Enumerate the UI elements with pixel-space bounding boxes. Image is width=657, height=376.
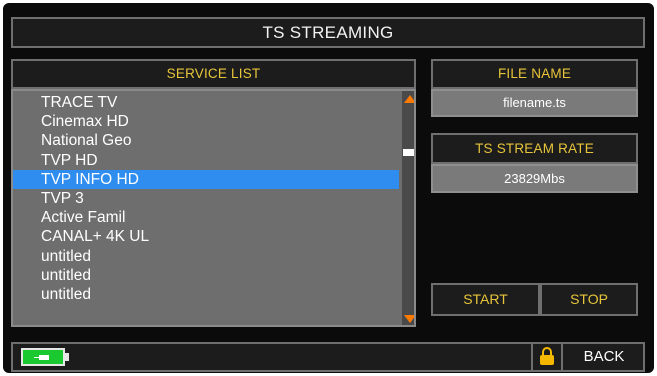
arrow-up-icon[interactable] <box>404 95 414 103</box>
lock-icon <box>531 344 561 370</box>
service-item[interactable]: TRACE TV <box>13 93 399 112</box>
service-list-items: TRACE TV Cinemax HD National Geo TVP HD … <box>13 93 399 304</box>
back-button[interactable]: BACK <box>561 344 645 370</box>
service-list-scrollbar[interactable] <box>402 91 414 325</box>
stop-button[interactable]: STOP <box>540 283 638 316</box>
service-item[interactable]: untitled <box>13 285 399 304</box>
battery-tip <box>65 353 69 361</box>
start-button[interactable]: START <box>431 283 540 316</box>
service-item-selected[interactable]: TVP INFO HD <box>13 169 399 189</box>
service-item[interactable]: CANAL+ 4K UL <box>13 227 399 246</box>
file-name-value[interactable]: filename.ts <box>431 89 638 117</box>
plug-icon <box>34 355 49 360</box>
service-item[interactable]: National Geo <box>13 131 399 150</box>
service-item[interactable]: untitled <box>13 266 399 285</box>
service-list-header: SERVICE LIST <box>11 59 416 89</box>
stream-rate-value: 23829Mbs <box>431 164 638 193</box>
service-item[interactable]: Active Famil <box>13 208 399 227</box>
stream-rate-header: TS STREAM RATE <box>431 133 638 164</box>
arrow-down-icon[interactable] <box>404 315 414 323</box>
battery-charging-icon <box>21 348 65 366</box>
service-item[interactable]: TVP HD <box>13 151 399 170</box>
ts-streaming-screen: TS STREAMING SERVICE LIST TRACE TV Cinem… <box>0 0 657 376</box>
service-item[interactable]: TVP 3 <box>13 189 399 208</box>
scroll-thumb[interactable] <box>403 149 414 156</box>
service-item[interactable]: untitled <box>13 247 399 266</box>
service-item[interactable]: Cinemax HD <box>13 112 399 131</box>
page-title: TS STREAMING <box>11 17 645 48</box>
status-bar: BACK <box>11 342 645 372</box>
service-list[interactable]: TRACE TV Cinemax HD National Geo TVP HD … <box>11 89 416 327</box>
file-name-header: FILE NAME <box>431 59 638 89</box>
